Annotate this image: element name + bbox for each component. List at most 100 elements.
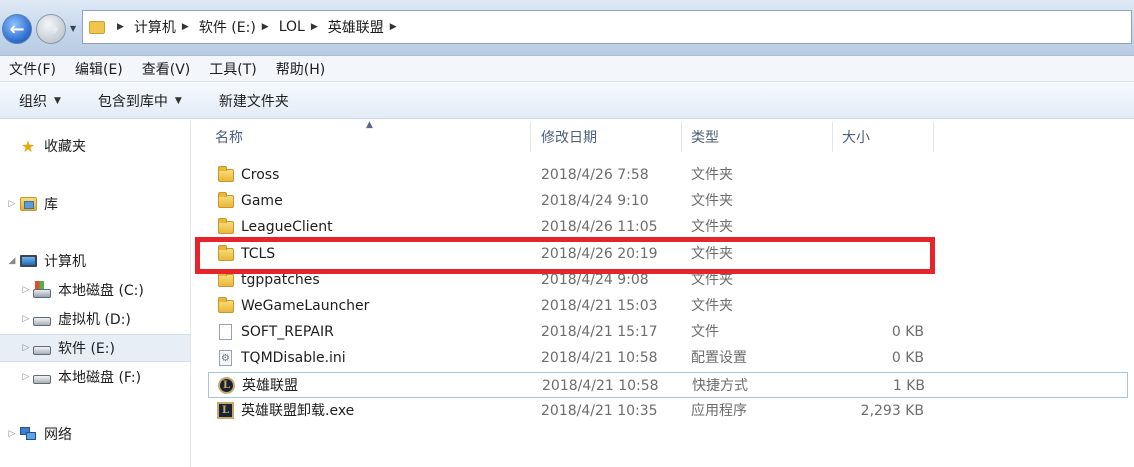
nav-label-drive-f: 本地磁盘 (F:) [58,370,142,386]
breadcrumb-drive-e[interactable]: 软件 (E:) [199,17,256,37]
chevron-right-icon[interactable]: ▶ [390,22,397,32]
folder-icon [89,20,105,34]
command-bar: 组织 ▼ 包含到库中 ▼ 新建文件夹 [0,83,1134,119]
collapse-arrow-icon[interactable]: ◢ [6,256,18,266]
table-row[interactable]: LeagueClient 2018/4/26 11:05 文件夹 [208,214,1128,240]
file-list: ▲ 名称 修改日期 类型 大小 Cross 2018/4/26 7:58 文件夹… [192,120,1134,467]
expand-arrow-icon[interactable]: ▷ [20,285,32,295]
folder-icon [216,166,234,184]
nav-label-favorites: 收藏夹 [44,139,86,155]
file-size: 0 KB [891,350,924,366]
file-modified: 2018/4/21 15:03 [541,298,658,314]
recent-pages-dropdown-icon[interactable]: ▼ [70,24,76,33]
file-type: 文件夹 [691,246,733,262]
file-modified: 2018/4/26 20:19 [541,246,658,262]
chevron-right-icon[interactable]: ▶ [311,22,318,32]
breadcrumb[interactable]: ▶ 计算机 ▶ 软件 (E:) ▶ LOL ▶ 英雄联盟 ▶ [82,10,1132,44]
table-row[interactable]: Game 2018/4/24 9:10 文件夹 [208,188,1128,214]
address-bar: ← → ▼ ▶ 计算机 ▶ 软件 (E:) ▶ LOL ▶ 英雄联盟 ▶ [0,0,1134,56]
file-type: 快捷方式 [692,378,748,394]
table-row[interactable]: TQMDisable.ini 2018/4/21 10:58 配置设置 0 KB [208,345,1128,371]
forward-arrow-icon[interactable]: → [36,14,66,44]
folder-icon [216,297,234,315]
file-type: 应用程序 [691,403,747,419]
new-folder-label: 新建文件夹 [218,93,289,110]
nav-item-favorites[interactable]: ★ 收藏夹 [0,132,190,160]
chevron-right-icon[interactable]: ▶ [262,22,269,32]
breadcrumb-computer[interactable]: 计算机 [134,17,176,37]
lol-shortcut-icon: L [217,377,235,395]
table-row[interactable]: SOFT_REPAIR 2018/4/21 15:17 文件 0 KB [208,319,1128,345]
table-row[interactable]: TCLS 2018/4/26 20:19 文件夹 [208,241,1128,267]
file-name: Game [241,193,283,209]
file-modified: 2018/4/21 15:17 [541,324,658,340]
table-row[interactable]: L 英雄联盟卸载.exe 2018/4/21 10:35 应用程序 2,293 … [208,398,1128,424]
menu-view[interactable]: 查看(V) [142,59,191,79]
nav-label-drive-e: 软件 (E:) [58,341,115,357]
include-in-library-button[interactable]: 包含到库中 ▼ [98,91,182,111]
menu-edit[interactable]: 编辑(E) [75,59,123,79]
nav-label-computer: 计算机 [44,254,86,270]
new-folder-button[interactable]: 新建文件夹 [219,91,289,111]
file-type: 文件夹 [691,167,733,183]
column-header-name[interactable]: 名称 [215,120,525,154]
nav-item-drive-e[interactable]: ▷ 软件 (E:) [0,334,190,362]
star-icon: ★ [20,136,36,156]
nav-item-network[interactable]: ▷ 网络 [0,420,190,448]
file-size: 1 KB [892,378,925,394]
file-size: 0 KB [891,324,924,340]
expand-arrow-icon[interactable]: ▷ [6,199,18,209]
file-modified: 2018/4/26 11:05 [541,219,658,235]
breadcrumb-lol[interactable]: LOL [279,19,305,35]
navigation-pane: ★ 收藏夹 ▷ 库 ◢ 计算机 ▷ 本地磁盘 (C:) ▷ 虚拟机 (D:) ▷… [0,120,191,467]
lol-exe-icon: L [216,402,234,420]
table-row[interactable]: L 英雄联盟 2018/4/21 10:58 快捷方式 1 KB [208,372,1128,398]
file-name: WeGameLauncher [241,298,370,314]
file-modified: 2018/4/24 9:08 [541,272,649,288]
chevron-right-icon[interactable]: ▶ [182,22,189,32]
file-name: TQMDisable.ini [241,350,346,366]
file-modified: 2018/4/24 9:10 [541,193,649,209]
table-row[interactable]: tgppatches 2018/4/24 9:08 文件夹 [208,267,1128,293]
file-modified: 2018/4/21 10:58 [541,350,658,366]
breadcrumb-league[interactable]: 英雄联盟 [328,17,384,37]
file-size [840,293,924,319]
chevron-right-icon[interactable]: ▶ [117,22,124,32]
expand-arrow-icon[interactable]: ▷ [6,429,18,439]
organize-label: 组织 [19,93,47,110]
file-type: 文件夹 [691,272,733,288]
column-header-size[interactable]: 大小 [842,120,932,154]
nav-item-drive-f[interactable]: ▷ 本地磁盘 (F:) [0,363,190,391]
nav-label-libraries: 库 [44,197,58,213]
file-size [840,214,924,240]
nav-item-computer[interactable]: ◢ 计算机 [0,247,190,275]
file-icon [216,323,234,341]
file-type: 文件夹 [691,219,733,235]
column-header-modified[interactable]: 修改日期 [541,120,681,154]
nav-item-drive-d[interactable]: ▷ 虚拟机 (D:) [0,305,190,333]
menu-file[interactable]: 文件(F) [9,59,56,79]
file-type: 文件 [691,324,719,340]
column-label-name: 名称 [215,130,243,146]
menu-tools[interactable]: 工具(T) [209,59,256,79]
expand-arrow-icon[interactable]: ▷ [20,372,32,382]
back-arrow-icon[interactable]: ← [2,14,32,44]
nav-item-libraries[interactable]: ▷ 库 [0,190,190,218]
ini-file-icon [216,349,234,367]
file-type: 配置设置 [691,350,747,366]
file-size: 2,293 KB [860,403,924,419]
column-header-type[interactable]: 类型 [691,120,831,154]
column-label-size: 大小 [842,130,870,146]
organize-button[interactable]: 组织 ▼ [19,91,61,111]
table-row[interactable]: Cross 2018/4/26 7:58 文件夹 [208,162,1128,188]
table-row[interactable]: WeGameLauncher 2018/4/21 15:03 文件夹 [208,293,1128,319]
nav-label-drive-c: 本地磁盘 (C:) [58,283,144,299]
expand-arrow-icon[interactable]: ▷ [20,314,32,324]
include-in-library-label: 包含到库中 [97,93,168,110]
file-name: TCLS [241,246,276,262]
file-size [840,188,924,214]
menu-help[interactable]: 帮助(H) [276,59,325,79]
nav-item-drive-c[interactable]: ▷ 本地磁盘 (C:) [0,276,190,304]
network-icon [18,425,38,443]
expand-arrow-icon[interactable]: ▷ [20,343,32,353]
